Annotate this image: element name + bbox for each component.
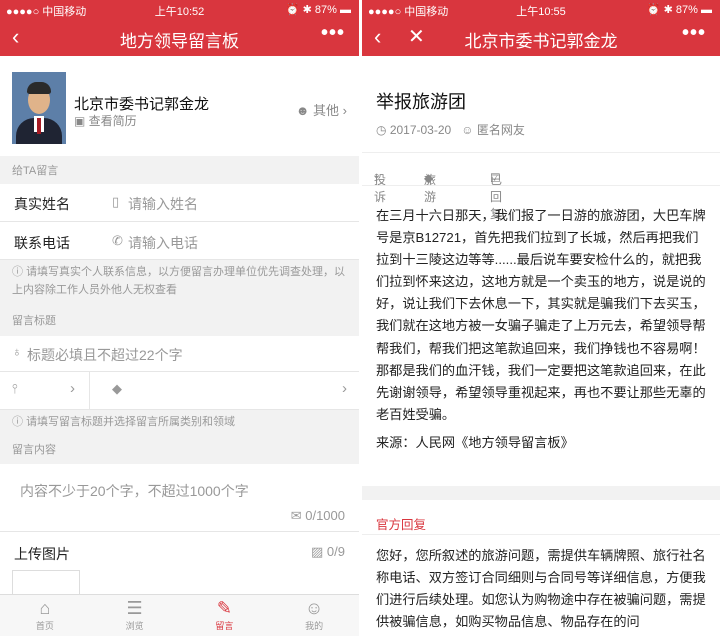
nav-bar: ‹ 地方领导留言板 ••• — [0, 18, 359, 56]
upload-row: 上传图片 ▨ 0/9 — [0, 540, 359, 610]
image-icon: ▨ — [311, 544, 327, 559]
section-content-label: 留言内容 — [0, 436, 359, 464]
tab-bar: ⌂ 首页 ☰ 浏览 ✎ 留言 ☺ 我的 — [0, 594, 359, 636]
name-label: 真实姓名 — [14, 196, 70, 212]
nav-title: 地方领导留言板 — [120, 32, 239, 51]
official-name: 北京市委书记郭金龙 — [74, 96, 210, 113]
title-row: ♁ 标题必填且不超过22个字 — [0, 336, 359, 372]
category-row: ⫯ › ◆ › — [0, 372, 359, 410]
other-officials-button[interactable]: ☻ 其他 › — [296, 100, 347, 119]
info-icon: ⓘ — [12, 416, 27, 428]
tab-home[interactable]: ⌂ 首页 — [0, 595, 90, 636]
content-textarea[interactable]: 内容不少于20个字，不超过1000个字 — [20, 481, 249, 501]
compose-screen: ●●●●○ 中国移动 上午10:52 ⏰ ✱ 87% ▬ ‹ 地方领导留言板 •… — [0, 0, 359, 636]
official-card[interactable]: 北京市委书记郭金龙 ▣ 查看简历 ☻ 其他 › — [0, 56, 359, 156]
mail-icon: ✉ — [290, 508, 306, 523]
more-options-icon[interactable]: ••• — [682, 22, 706, 45]
message-body: 在三月十六日那天，我们报了一日游的旅游团，大巴车牌号是京B12721，首先把我们… — [376, 208, 706, 422]
section-give-message: 给TA留言 — [0, 156, 359, 184]
divider-line — [362, 534, 720, 535]
view-resume-link[interactable]: ▣ 查看简历 — [74, 112, 137, 129]
category-select[interactable]: ⫯ › — [0, 372, 90, 409]
more-options-icon[interactable]: ••• — [321, 22, 345, 45]
article-meta: ◷ 2017-03-20 ☺ 匿名网友 — [376, 121, 525, 138]
official-avatar — [12, 72, 66, 144]
post-author: 匿名网友 — [476, 123, 525, 137]
chevron-right-icon: › — [70, 380, 75, 397]
official-reply-label: 官方回复 — [376, 518, 427, 532]
users-icon: ☻ — [295, 103, 314, 118]
section-title-label: 留言标题 — [0, 306, 359, 336]
phone-icon: ✆ — [112, 233, 123, 248]
phone-input[interactable]: 请输入电话 — [128, 233, 198, 253]
home-icon: ⌂ — [39, 598, 51, 618]
tag-bar: ⫯ 投诉 ◆ 旅游 ☑ 已回复 — [362, 152, 720, 221]
content-row: 内容不少于20个字，不超过1000个字 ✉ 0/1000 — [0, 464, 359, 532]
privacy-hint: ⓘ 请填写真实个人联系信息，以方便留言办理单位优先调查处理，以上内容除工作人员外… — [0, 260, 359, 306]
name-row: 真实姓名 ▯ 请输入姓名 — [0, 184, 359, 222]
nav-title: 北京市委书记郭金龙 — [464, 32, 618, 51]
clock-icon: ◷ — [376, 123, 390, 137]
field-select[interactable]: ◆ › — [90, 372, 359, 409]
user-icon: ☺ — [304, 598, 324, 618]
upload-label: 上传图片 — [14, 546, 70, 562]
name-input[interactable]: 请输入姓名 — [128, 194, 198, 214]
id-card-icon: ▣ — [74, 114, 89, 128]
tab-browse[interactable]: ☰ 浏览 — [90, 595, 180, 636]
section-divider — [362, 486, 720, 500]
user-icon: ☺ — [461, 123, 477, 137]
battery-indicator: ⏰ ✱ 87% ▬ — [285, 4, 351, 16]
pin-icon: ⫯ — [12, 381, 18, 396]
edit-icon: ✎ — [216, 598, 232, 618]
lightbulb-icon: ♁ — [12, 344, 22, 359]
title-input[interactable]: 标题必填且不超过22个字 — [27, 345, 183, 365]
image-count: ▨ 0/9 — [311, 544, 345, 559]
message-detail-screen: ●●●●○ 中国移动 上午10:55 ⏰ ✱ 87% ▬ ‹ ✕ 北京市委书记郭… — [362, 0, 720, 636]
nav-bar: ‹ ✕ 北京市委书记郭金龙 ••• — [362, 18, 720, 56]
phone-row: 联系电话 ✆ 请输入电话 — [0, 222, 359, 260]
info-icon: ⓘ — [12, 266, 27, 278]
tab-mine[interactable]: ☺ 我的 — [269, 595, 359, 636]
official-reply-text: 您好，您所叙述的旅游问题，需提供车辆牌照、旅行社名称电话、双方签订合同细则与合同… — [376, 548, 706, 630]
tab-message[interactable]: ✎ 留言 — [180, 595, 270, 636]
tag-icon: ◆ — [112, 381, 122, 396]
char-counter: ✉ 0/1000 — [290, 508, 345, 523]
post-date: 2017-03-20 — [389, 123, 452, 137]
phone-label: 联系电话 — [14, 235, 70, 251]
person-icon: ▯ — [112, 194, 120, 209]
status-bar: ●●●●○ 中国移动 上午10:52 ⏰ ✱ 87% ▬ — [0, 0, 359, 18]
category-hint: ⓘ 请填写留言标题并选择留言所属类别和领域 — [0, 410, 359, 436]
status-bar: ●●●●○ 中国移动 上午10:55 ⏰ ✱ 87% ▬ — [362, 0, 720, 18]
article-title: 举报旅游团 — [376, 92, 466, 112]
battery-indicator: ⏰ ✱ 87% ▬ — [646, 4, 712, 16]
message-source: 来源：人民网《地方领导留言板》 — [376, 435, 574, 450]
list-icon: ☰ — [126, 598, 143, 618]
chevron-right-icon: › — [342, 380, 347, 397]
